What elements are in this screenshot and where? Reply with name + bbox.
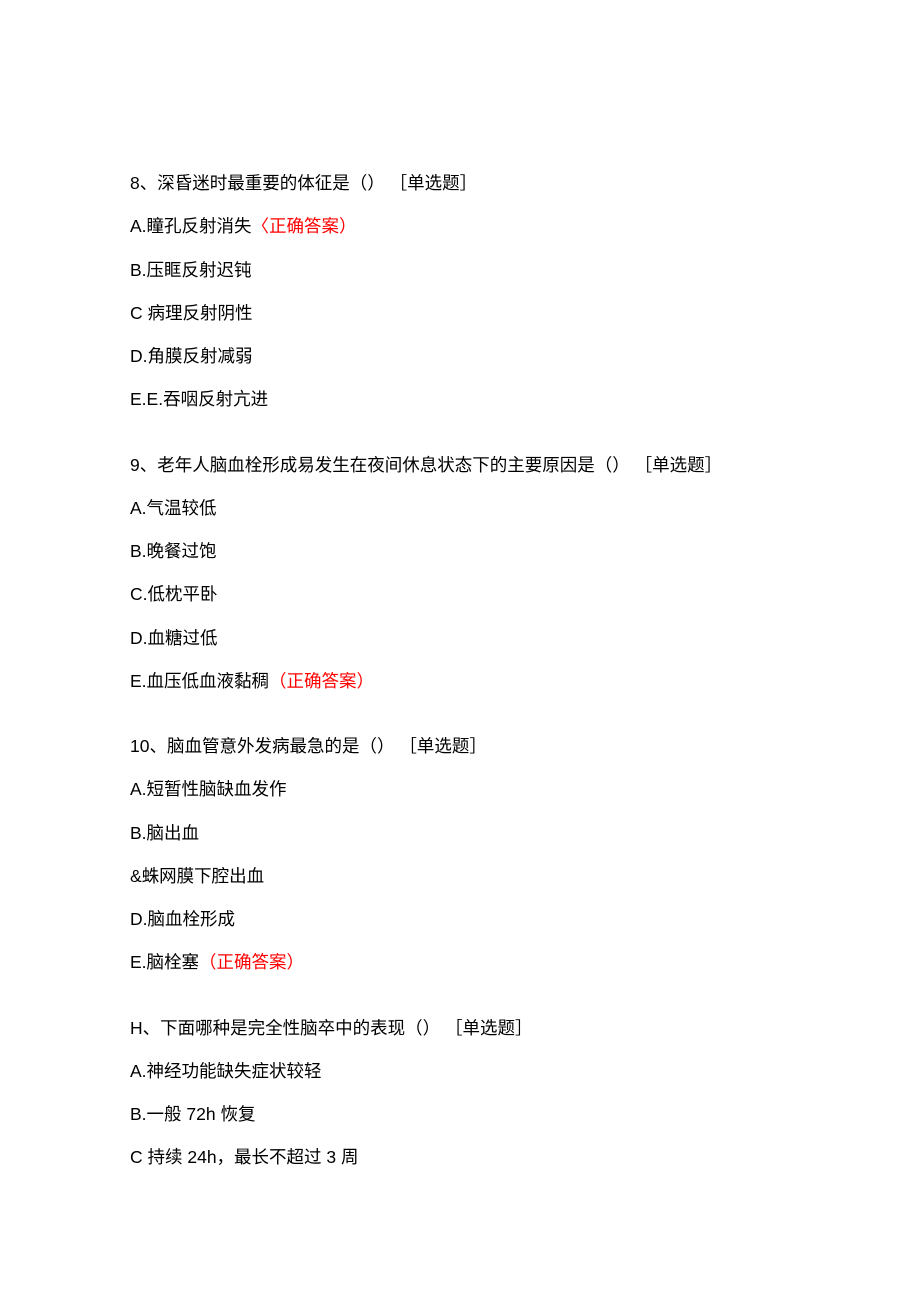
correct-answer-label: 〈正确答案） bbox=[252, 216, 357, 236]
option-text: 一般 72h 恢复 bbox=[147, 1104, 256, 1124]
option-e: E.E.吞咽反射亢进 bbox=[130, 386, 790, 412]
question-gap bbox=[130, 711, 790, 733]
option-a: A.气温较低 bbox=[130, 495, 790, 521]
option-text: 神经功能缺失症状较轻 bbox=[147, 1061, 322, 1081]
option-prefix: B. bbox=[130, 1104, 147, 1124]
question-prompt: 8、深昏迷时最重要的体征是（） ［单选题］ bbox=[130, 170, 790, 196]
option-prefix: B. bbox=[130, 541, 147, 561]
option-prefix: C bbox=[130, 303, 148, 323]
option-d: D.脑血栓形成 bbox=[130, 906, 790, 932]
question-prompt: 10、脑血管意外发病最急的是（） ［单选题］ bbox=[130, 733, 790, 759]
option-text: 瞳孔反射消失 bbox=[147, 216, 252, 236]
option-prefix: C bbox=[130, 1147, 148, 1167]
question-gap bbox=[130, 993, 790, 1015]
option-a: A.瞳孔反射消失〈正确答案） bbox=[130, 213, 790, 239]
correct-answer-label: （正确答案） bbox=[199, 952, 304, 972]
option-text: 晚餐过饱 bbox=[147, 541, 217, 561]
option-text: 血压低血液黏稠 bbox=[147, 671, 270, 691]
option-prefix: E. bbox=[130, 952, 147, 972]
option-prefix: A. bbox=[130, 779, 147, 799]
option-text: 压眶反射迟钝 bbox=[147, 260, 252, 280]
option-d: D.角膜反射减弱 bbox=[130, 343, 790, 369]
option-prefix: D. bbox=[130, 909, 148, 929]
option-text: 蛛网膜下腔出血 bbox=[142, 866, 265, 886]
option-prefix: D. bbox=[130, 628, 148, 648]
option-text: 血糖过低 bbox=[148, 628, 218, 648]
question-prompt: H、下面哪种是完全性脑卒中的表现（） ［单选题］ bbox=[130, 1015, 790, 1041]
option-text: 吞咽反射亢进 bbox=[163, 389, 268, 409]
option-prefix: B. bbox=[130, 260, 147, 280]
option-text: 脑血栓形成 bbox=[148, 909, 236, 929]
option-e: E.脑栓塞（正确答案） bbox=[130, 949, 790, 975]
option-prefix: A. bbox=[130, 1061, 147, 1081]
option-text: 脑出血 bbox=[147, 823, 200, 843]
option-text: 病理反射阴性 bbox=[148, 303, 253, 323]
option-c: &蛛网膜下腔出血 bbox=[130, 863, 790, 889]
correct-answer-label: （正确答案） bbox=[269, 671, 374, 691]
option-prefix: & bbox=[130, 866, 142, 886]
option-prefix: D. bbox=[130, 346, 148, 366]
option-text: 短暂性脑缺血发作 bbox=[147, 779, 287, 799]
option-c: C 病理反射阴性 bbox=[130, 300, 790, 326]
option-e: E.血压低血液黏稠（正确答案） bbox=[130, 668, 790, 694]
option-a: A.神经功能缺失症状较轻 bbox=[130, 1058, 790, 1084]
question-gap bbox=[130, 430, 790, 452]
option-prefix: C. bbox=[130, 584, 148, 604]
option-b: B.脑出血 bbox=[130, 820, 790, 846]
question-prompt: 9、老年人脑血栓形成易发生在夜间休息状态下的主要原因是（） ［单选题］ bbox=[130, 452, 790, 478]
option-text: 气温较低 bbox=[147, 498, 217, 518]
option-b: B.压眶反射迟钝 bbox=[130, 257, 790, 283]
option-text: 持续 24h，最长不超过 3 周 bbox=[148, 1147, 359, 1167]
option-b: B.晚餐过饱 bbox=[130, 538, 790, 564]
option-d: D.血糖过低 bbox=[130, 625, 790, 651]
option-prefix: E. bbox=[130, 671, 147, 691]
option-prefix: E.E. bbox=[130, 389, 163, 409]
option-a: A.短暂性脑缺血发作 bbox=[130, 776, 790, 802]
document-page: 8、深昏迷时最重要的体征是（） ［单选题］ A.瞳孔反射消失〈正确答案） B.压… bbox=[0, 0, 920, 1302]
option-prefix: B. bbox=[130, 823, 147, 843]
option-prefix: A. bbox=[130, 498, 147, 518]
option-c: C.低枕平卧 bbox=[130, 581, 790, 607]
option-b: B.一般 72h 恢复 bbox=[130, 1101, 790, 1127]
option-text: 脑栓塞 bbox=[147, 952, 200, 972]
option-text: 角膜反射减弱 bbox=[148, 346, 253, 366]
option-c: C 持续 24h，最长不超过 3 周 bbox=[130, 1144, 790, 1170]
option-prefix: A. bbox=[130, 216, 147, 236]
option-text: 低枕平卧 bbox=[148, 584, 218, 604]
